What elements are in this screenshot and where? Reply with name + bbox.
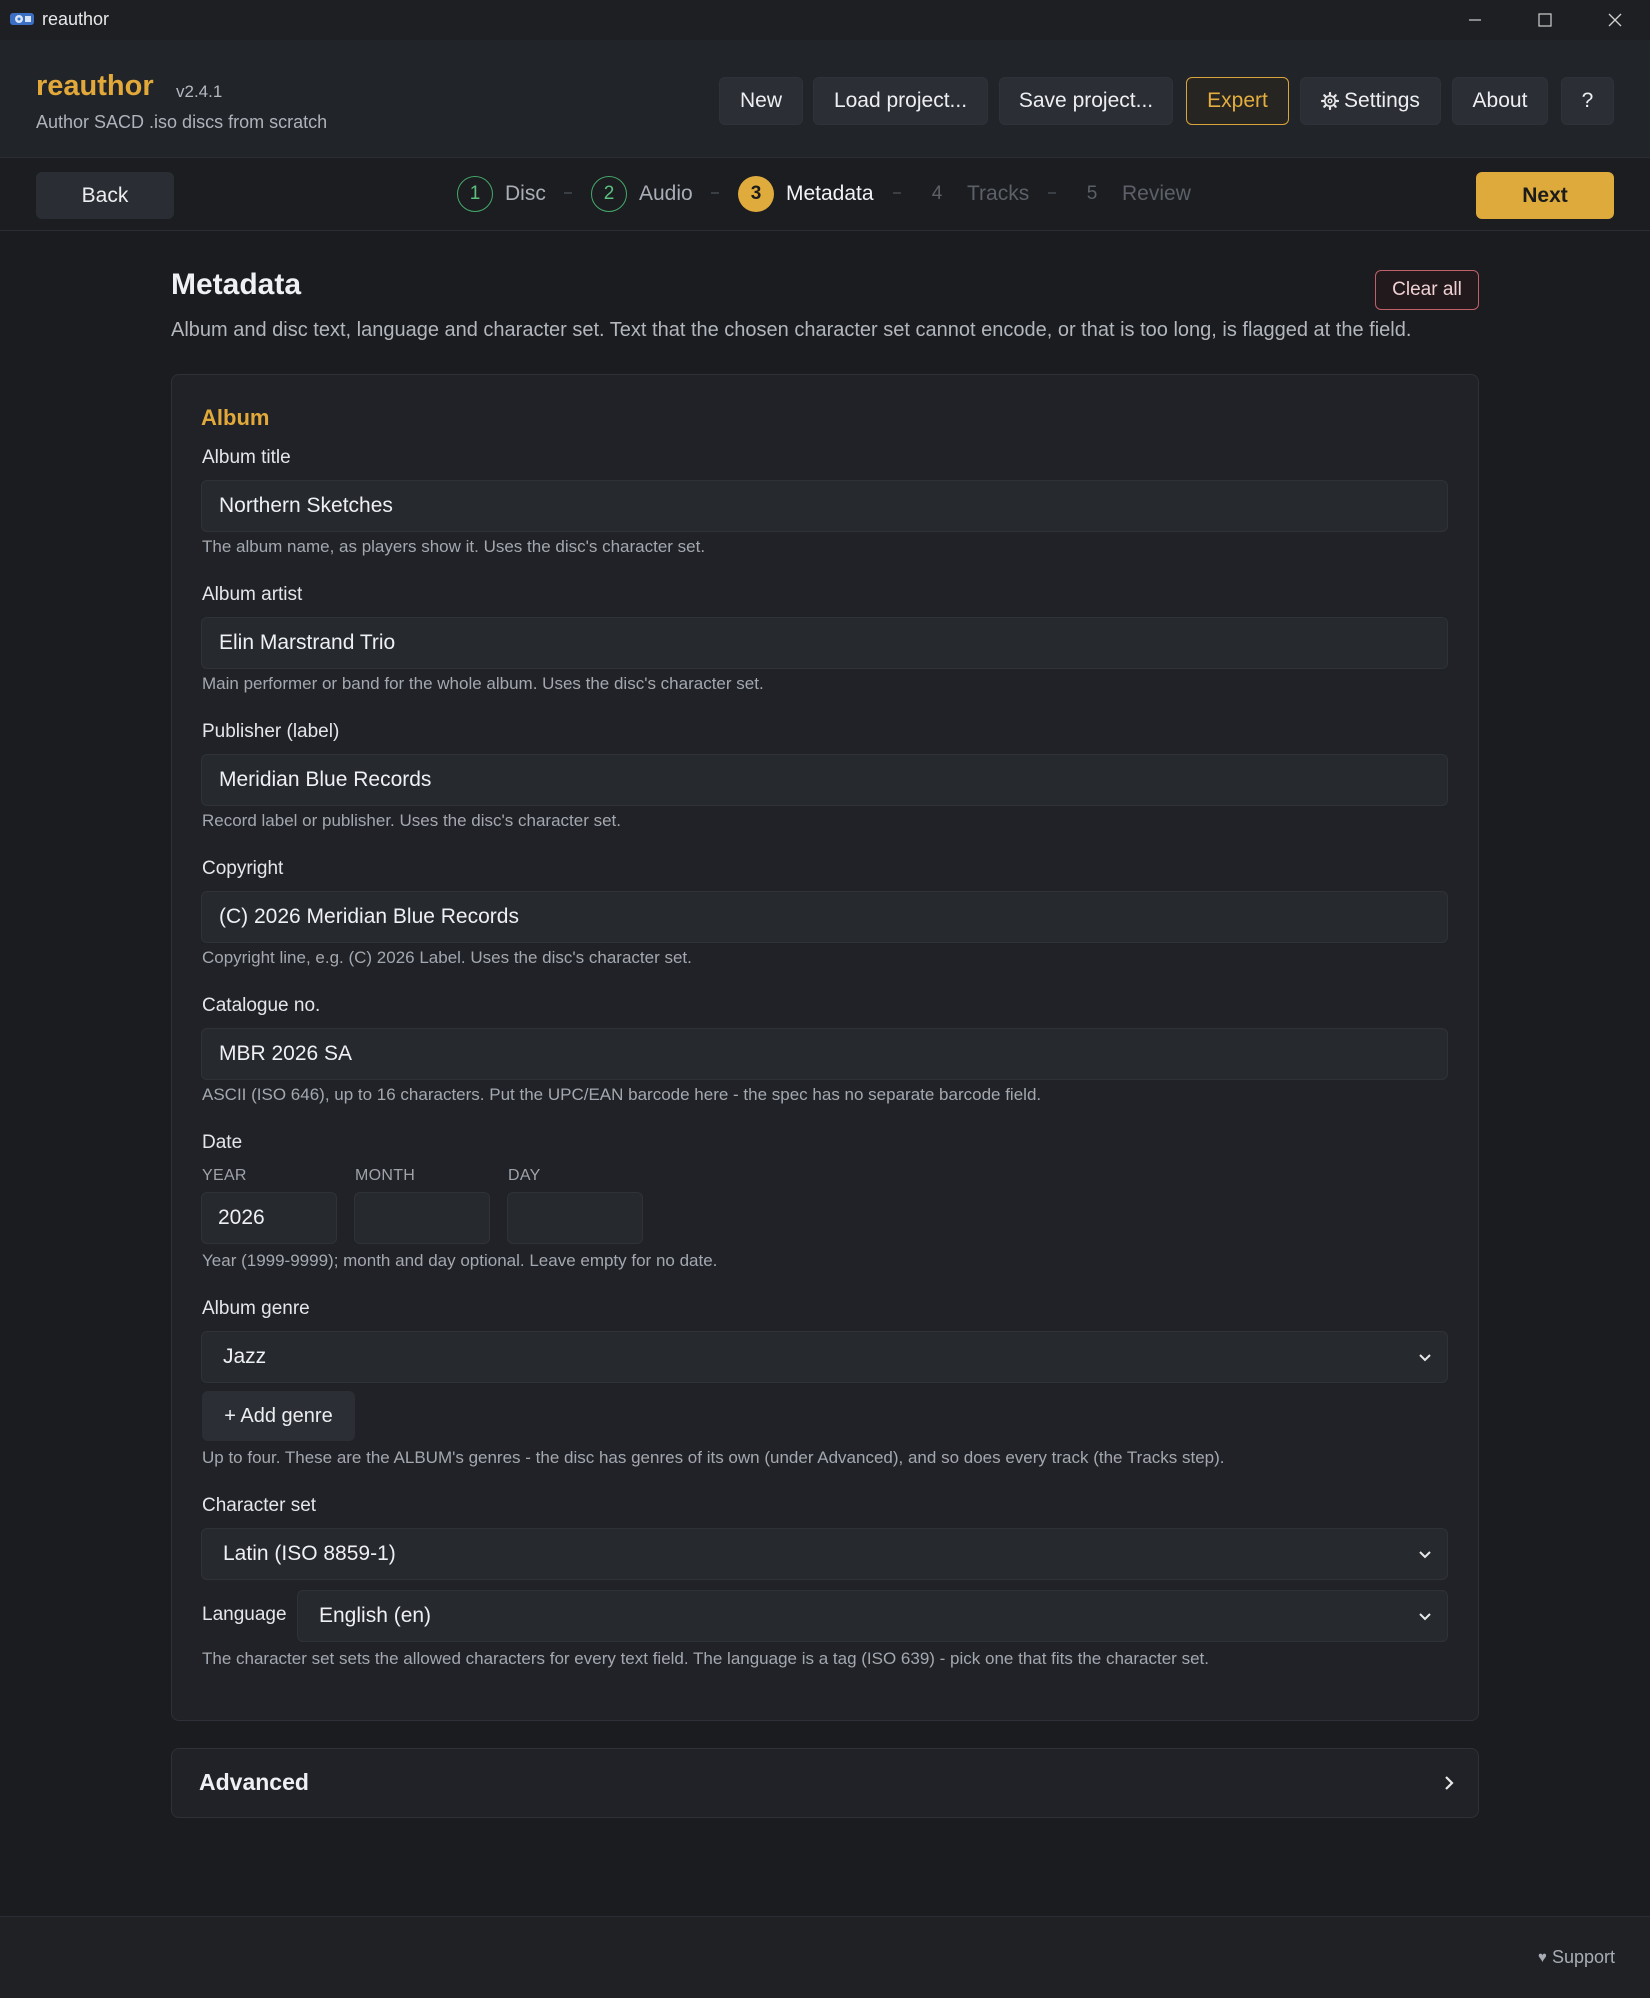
load-project-button[interactable]: Load project...	[813, 77, 988, 125]
publisher-hint: Record label or publisher. Uses the disc…	[202, 811, 621, 830]
maximize-icon	[1538, 13, 1552, 27]
day-label: DAY	[508, 1167, 541, 1184]
new-button[interactable]: New	[719, 77, 803, 125]
step-number: 3	[738, 176, 774, 212]
album-genre-select[interactable]: Jazz	[201, 1331, 1448, 1383]
language-label: Language	[202, 1604, 287, 1625]
charset-select[interactable]: Latin (ISO 8859-1)	[201, 1528, 1448, 1580]
copyright-label: Copyright	[202, 858, 284, 879]
app-name: reauthor	[36, 70, 154, 102]
gear-icon	[1321, 92, 1340, 110]
maximize-button[interactable]	[1510, 0, 1580, 40]
publisher-label: Publisher (label)	[202, 721, 340, 742]
back-button[interactable]: Back	[36, 172, 174, 219]
about-button[interactable]: About	[1452, 77, 1548, 125]
step-metadata[interactable]: 3 Metadata	[738, 175, 874, 213]
album-title-input[interactable]: Northern Sketches	[201, 480, 1448, 532]
language-hint: The character set sets the allowed chara…	[202, 1649, 1209, 1668]
step-tracks[interactable]: 4 Tracks	[919, 175, 1030, 213]
year-label: YEAR	[202, 1167, 247, 1184]
window-title: reauthor	[42, 9, 110, 29]
chevron-down-icon	[1419, 1613, 1431, 1621]
minimize-icon	[1469, 19, 1481, 21]
copyright-hint: Copyright line, e.g. (C) 2026 Label. Use…	[202, 948, 692, 967]
step-label: Review	[1122, 182, 1191, 205]
album-genre-value: Jazz	[223, 1345, 267, 1368]
charset-label: Character set	[202, 1495, 317, 1516]
date-label: Date	[202, 1132, 243, 1153]
catalogue-label: Catalogue no.	[202, 995, 321, 1016]
step-disc[interactable]: 1 Disc	[457, 175, 546, 213]
step-separator	[711, 192, 719, 194]
month-label: MONTH	[355, 1167, 416, 1184]
month-input[interactable]	[354, 1192, 490, 1244]
step-number: 2	[591, 176, 627, 212]
footer: ♥ Support	[0, 1916, 1650, 1998]
step-number: 1	[457, 176, 493, 212]
album-section-title: Album	[201, 405, 270, 430]
app-version: v2.4.1	[176, 82, 223, 101]
app-tagline: Author SACD .iso discs from scratch	[36, 112, 328, 132]
help-button[interactable]: ?	[1561, 77, 1614, 125]
step-audio[interactable]: 2 Audio	[591, 175, 693, 213]
step-number: 5	[1086, 183, 1098, 204]
settings-button[interactable]: Settings	[1300, 77, 1441, 125]
close-icon	[1608, 13, 1622, 27]
window-title-bar: reauthor	[0, 0, 1650, 40]
genre-hint: Up to four. These are the ALBUM's genres…	[202, 1448, 1225, 1467]
advanced-label: Advanced	[199, 1769, 309, 1795]
album-genre-label: Album genre	[202, 1298, 310, 1319]
step-label: Disc	[505, 182, 546, 205]
charset-value: Latin (ISO 8859-1)	[223, 1542, 396, 1565]
publisher-input[interactable]: Meridian Blue Records	[201, 754, 1448, 806]
step-separator	[564, 192, 572, 194]
save-project-button[interactable]: Save project...	[999, 77, 1173, 125]
copyright-input[interactable]: (C) 2026 Meridian Blue Records	[201, 891, 1448, 943]
wizard-nav: Back 1 Disc 2 Audio 3 Metadata 4 Tracks …	[0, 157, 1650, 231]
step-label: Audio	[639, 182, 693, 205]
date-hint: Year (1999-9999); month and day optional…	[202, 1251, 718, 1270]
language-select[interactable]: English (en)	[297, 1590, 1448, 1642]
day-input[interactable]	[507, 1192, 643, 1244]
support-link[interactable]: ♥ Support	[1538, 1947, 1615, 1968]
chevron-down-icon	[1419, 1551, 1431, 1559]
close-window-button[interactable]	[1580, 0, 1650, 40]
advanced-section-toggle[interactable]: Advanced	[171, 1748, 1479, 1818]
minimize-button[interactable]	[1440, 0, 1510, 40]
app-header: reauthor v2.4.1 Author SACD .iso discs f…	[0, 40, 1650, 157]
heart-icon: ♥	[1538, 1949, 1547, 1966]
expert-toggle[interactable]: Expert	[1186, 77, 1289, 125]
chevron-down-icon	[1419, 1354, 1431, 1362]
step-separator	[1048, 192, 1056, 194]
app-icon	[10, 13, 34, 25]
clear-all-button[interactable]: Clear all	[1375, 270, 1479, 310]
album-artist-hint: Main performer or band for the whole alb…	[202, 674, 764, 693]
step-review[interactable]: 5 Review	[1074, 175, 1191, 213]
year-input[interactable]: 2026	[201, 1192, 337, 1244]
step-number: 4	[931, 183, 943, 204]
chevron-right-icon	[1445, 1776, 1454, 1790]
album-artist-input[interactable]: Elin Marstrand Trio	[201, 617, 1448, 669]
language-value: English (en)	[319, 1604, 432, 1627]
step-label: Tracks	[967, 182, 1030, 205]
catalogue-input[interactable]: MBR 2026 SA	[201, 1028, 1448, 1080]
catalogue-hint: ASCII (ISO 646), up to 16 characters. Pu…	[202, 1085, 1042, 1104]
album-title-label: Album title	[202, 447, 291, 468]
album-artist-label: Album artist	[202, 584, 303, 605]
step-separator	[893, 192, 901, 194]
album-title-hint: The album name, as players show it. Uses…	[202, 537, 706, 556]
add-genre-button[interactable]: + Add genre	[202, 1391, 355, 1441]
page-description: Album and disc text, language and charac…	[171, 319, 1412, 341]
settings-label: Settings	[1344, 89, 1420, 112]
next-button[interactable]: Next	[1476, 172, 1614, 219]
support-label: Support	[1551, 1947, 1615, 1967]
step-label: Metadata	[786, 182, 874, 205]
page-title: Metadata	[171, 268, 302, 301]
